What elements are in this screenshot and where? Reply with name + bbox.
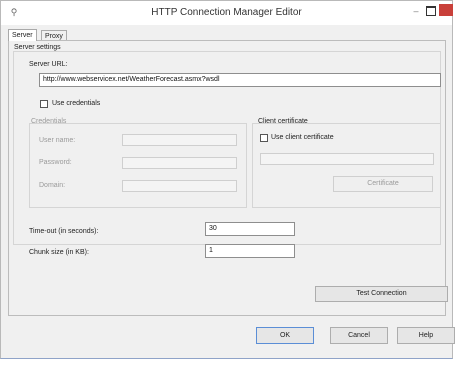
timeout-label: Time-out (in seconds): [29, 228, 99, 235]
domain-input[interactable] [122, 180, 237, 192]
server-url-input[interactable]: http://www.webservicex.net/WeatherForeca… [39, 73, 441, 87]
maximize-icon[interactable] [426, 6, 436, 16]
use-credentials-checkbox[interactable] [40, 100, 48, 108]
use-client-certificate-checkbox[interactable] [260, 134, 268, 142]
title-bar: ⚲ HTTP Connection Manager Editor – [1, 1, 453, 25]
tab-server[interactable]: Server [8, 29, 37, 41]
server-tab-panel: Server settings Server URL: http://www.w… [8, 40, 448, 316]
client-certificate-field[interactable] [260, 153, 434, 165]
tab-proxy[interactable]: Proxy [41, 30, 67, 40]
chunk-size-label: Chunk size (in KB): [29, 249, 89, 256]
timeout-input[interactable]: 30 [205, 222, 295, 236]
use-credentials-label: Use credentials [52, 100, 101, 107]
chunk-size-input[interactable]: 1 [205, 244, 295, 258]
cancel-button[interactable]: Cancel [330, 327, 388, 344]
certificate-button[interactable]: Certificate [333, 176, 433, 192]
http-connection-manager-editor-window: ⚲ HTTP Connection Manager Editor – Serve… [0, 0, 455, 359]
password-label: Password: [39, 159, 72, 166]
server-url-label: Server URL: [29, 61, 68, 68]
password-input[interactable] [122, 157, 237, 169]
help-button[interactable]: Help [397, 327, 455, 344]
user-name-input[interactable] [122, 134, 237, 146]
server-settings-title: Server settings [14, 44, 61, 51]
minimize-icon[interactable]: – [409, 5, 423, 17]
use-client-certificate-label: Use client certificate [271, 134, 334, 141]
test-connection-button[interactable]: Test Connection [315, 286, 448, 302]
close-icon[interactable] [439, 4, 453, 16]
window-title: HTTP Connection Manager Editor [151, 7, 302, 18]
ok-button[interactable]: OK [256, 327, 314, 344]
user-name-label: User name: [39, 137, 76, 144]
domain-label: Domain: [39, 182, 66, 189]
